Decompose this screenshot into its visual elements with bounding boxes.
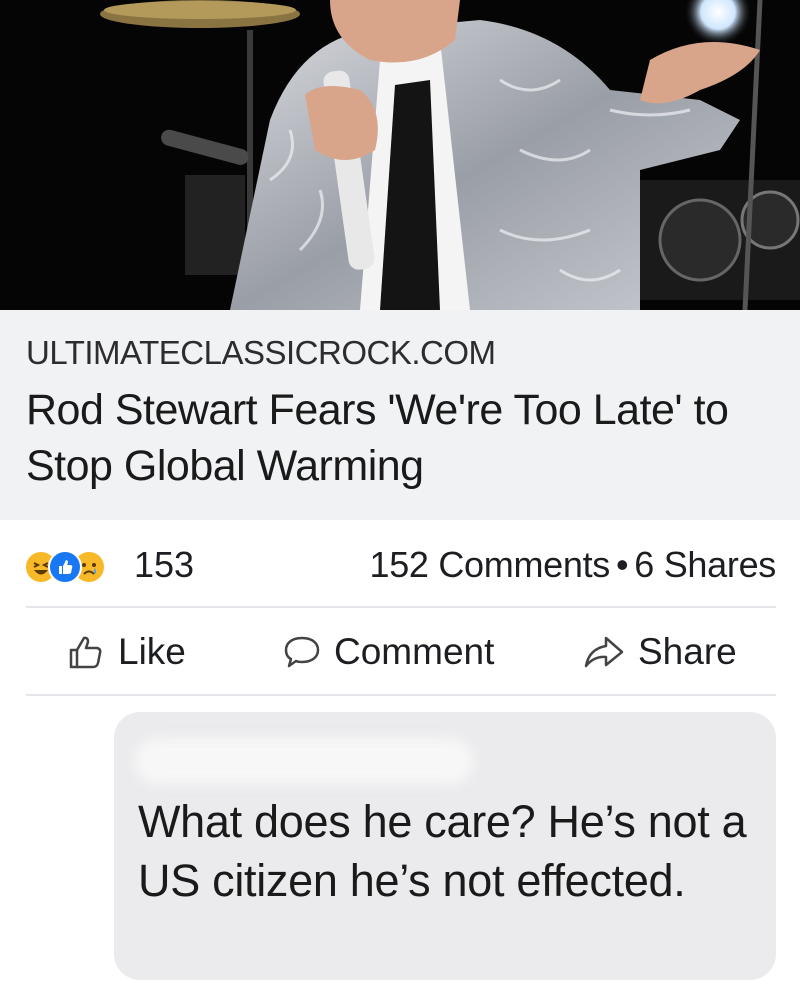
facebook-post: ULTIMATECLASSICROCK.COM Rod Stewart Fear… [0,0,800,1000]
link-headline[interactable]: Rod Stewart Fears 'We're Too Late' to St… [26,382,766,494]
link-domain: ULTIMATECLASSICROCK.COM [26,334,496,371]
reaction-count[interactable]: 153 [134,544,194,586]
link-preview-card[interactable]: ULTIMATECLASSICROCK.COM Rod Stewart Fear… [0,310,800,520]
post-stats: 153 152 Comments • 6 Shares [0,520,800,608]
stats-separator: • [615,544,629,585]
comment-button[interactable]: Comment [282,624,494,680]
divider [26,606,776,608]
divider [26,694,776,696]
comment-text: What does he care? He’s not a US citizen… [138,796,747,906]
reaction-icons[interactable] [24,550,124,584]
shares-count[interactable]: 6 Shares [634,544,776,585]
thumbs-up-icon [69,636,102,669]
share-label: Share [638,631,737,672]
comment-bubble[interactable]: What does he care? He’s not a US citizen… [114,712,776,980]
link-preview-image[interactable] [0,0,800,310]
post-action-bar: Like Comment Share [0,610,800,696]
concert-photo [0,0,800,310]
like-button[interactable]: Like [66,624,186,680]
share-button[interactable]: Share [582,624,737,680]
redacted-author-name [134,738,474,784]
speech-bubble-icon [284,636,320,668]
like-reaction-icon [48,550,82,584]
comment-label: Comment [334,631,495,672]
like-label: Like [118,631,186,672]
comments-shares-counts: 152 Comments • 6 Shares [369,544,776,586]
share-arrow-icon [584,636,624,668]
comments-count[interactable]: 152 Comments [369,544,610,585]
